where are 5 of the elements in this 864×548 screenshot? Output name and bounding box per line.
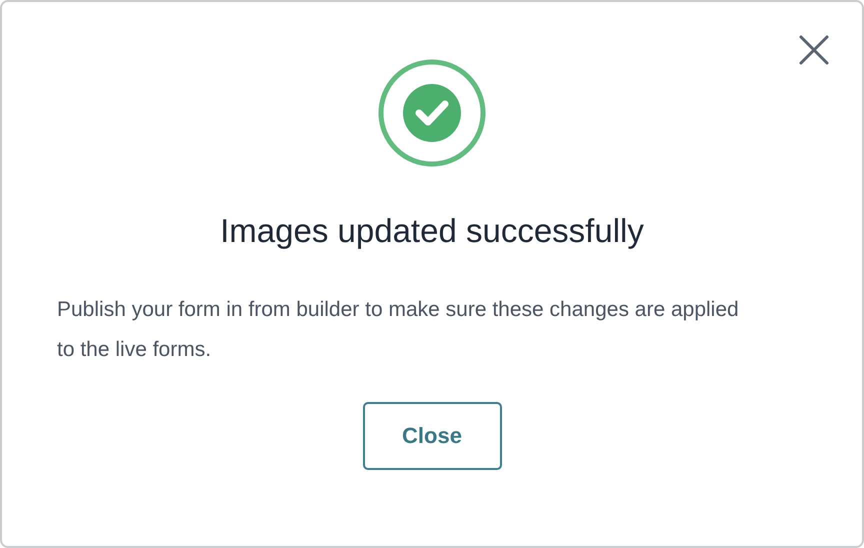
close-icon[interactable] — [798, 34, 830, 66]
success-check-icon — [377, 58, 487, 168]
dialog-message: Publish your form in from builder to make sure these changes are applied to the live forms. — [57, 297, 740, 363]
close-button[interactable]: Close — [362, 402, 502, 470]
dialog-title: Images updated successfully — [220, 212, 644, 250]
